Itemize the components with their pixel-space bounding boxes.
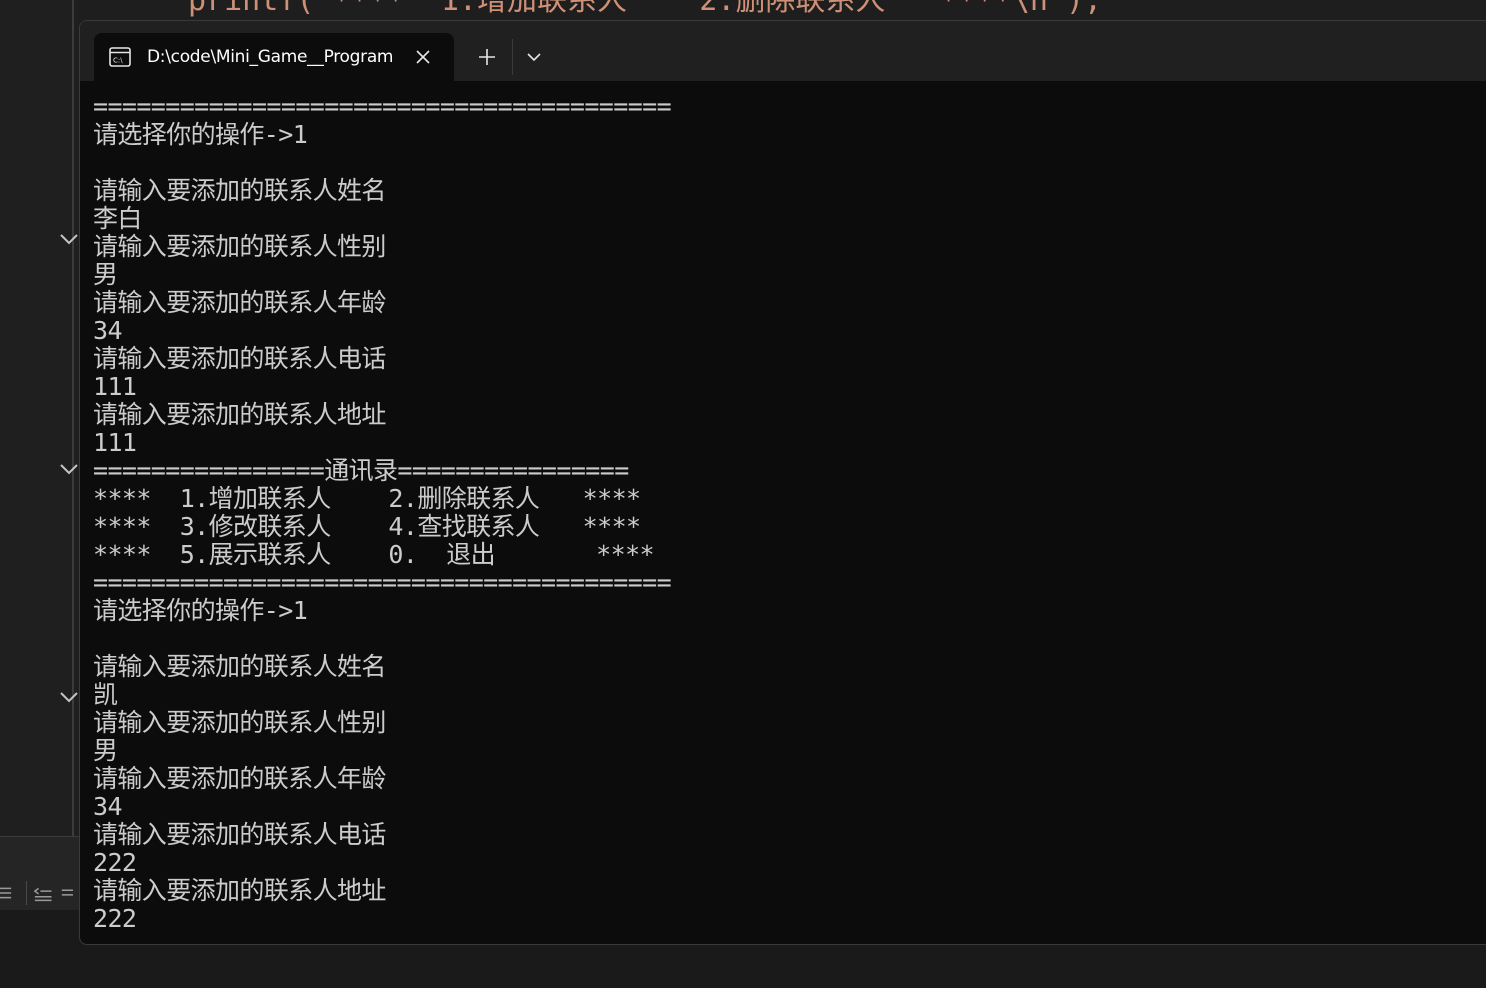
chevron-down-icon[interactable] xyxy=(522,45,546,69)
terminal-line: 222 xyxy=(93,905,137,933)
terminal-line: 222 xyxy=(93,849,137,877)
fold-chevron-icon[interactable] xyxy=(58,458,80,480)
plus-icon[interactable] xyxy=(474,44,500,70)
ide-code-line: printf( **** 1.增加联系人 2.删除联系人 ****\n ); xyxy=(188,0,1103,18)
indent-icon[interactable] xyxy=(0,882,20,904)
terminal-line: 请输入要添加的联系人电话 xyxy=(93,345,386,373)
terminal-line: 请输入要添加的联系人姓名 xyxy=(93,653,386,681)
terminal-line: 李白 xyxy=(93,205,142,233)
fold-chevron-icon[interactable] xyxy=(58,686,80,708)
terminal-line: 凯 xyxy=(93,681,118,709)
terminal-line: 34 xyxy=(93,317,123,345)
outdent-icon[interactable] xyxy=(33,882,53,904)
svg-text:C:\: C:\ xyxy=(113,57,123,65)
terminal-line: 请输入要添加的联系人性别 xyxy=(93,709,386,737)
terminal-line: 111 xyxy=(93,373,137,401)
terminal-line: 请输入要添加的联系人姓名 xyxy=(93,177,386,205)
titlebar-divider xyxy=(512,39,513,75)
terminal-output[interactable]: ========================================… xyxy=(93,93,1483,943)
terminal-line: 请选择你的操作->1 xyxy=(93,597,308,625)
terminal-line: **** 5.展示联系人 0. 退出 **** xyxy=(93,541,655,569)
terminal-titlebar: C:\ D:\code\Mini_Game__Program xyxy=(80,21,1486,81)
tab-title: D:\code\Mini_Game__Program xyxy=(147,47,393,67)
terminal-line: 请输入要添加的联系人年龄 xyxy=(93,765,386,793)
terminal-line: 34 xyxy=(93,793,123,821)
terminal-line: ======================================== xyxy=(93,93,672,121)
terminal-line: 请输入要添加的联系人地址 xyxy=(93,877,386,905)
terminal-line: 请输入要添加的联系人年龄 xyxy=(93,289,386,317)
format-icon[interactable] xyxy=(60,882,80,904)
terminal-line: **** 3.修改联系人 4.查找联系人 **** xyxy=(93,513,641,541)
gutter-line xyxy=(72,0,74,836)
ide-toolbar-icons xyxy=(0,880,80,906)
terminal-line: 111 xyxy=(93,429,137,457)
terminal-tab[interactable]: C:\ D:\code\Mini_Game__Program xyxy=(94,33,454,81)
terminal-line: ======================================== xyxy=(93,569,672,597)
terminal-line: 请选择你的操作->1 xyxy=(93,121,308,149)
terminal-line: **** 1.增加联系人 2.删除联系人 **** xyxy=(93,485,641,513)
terminal-line: 请输入要添加的联系人地址 xyxy=(93,401,386,429)
terminal-line: ================通讯录================ xyxy=(93,457,629,485)
terminal-line: 请输入要添加的联系人性别 xyxy=(93,233,386,261)
fold-chevron-icon[interactable] xyxy=(58,228,80,250)
terminal-line: 男 xyxy=(93,737,118,765)
terminal-icon: C:\ xyxy=(109,47,131,67)
terminal-line: 请输入要添加的联系人电话 xyxy=(93,821,386,849)
close-icon[interactable] xyxy=(412,46,434,68)
terminal-window: C:\ D:\code\Mini_Game__Program =========… xyxy=(79,20,1486,945)
terminal-line: 男 xyxy=(93,261,118,289)
